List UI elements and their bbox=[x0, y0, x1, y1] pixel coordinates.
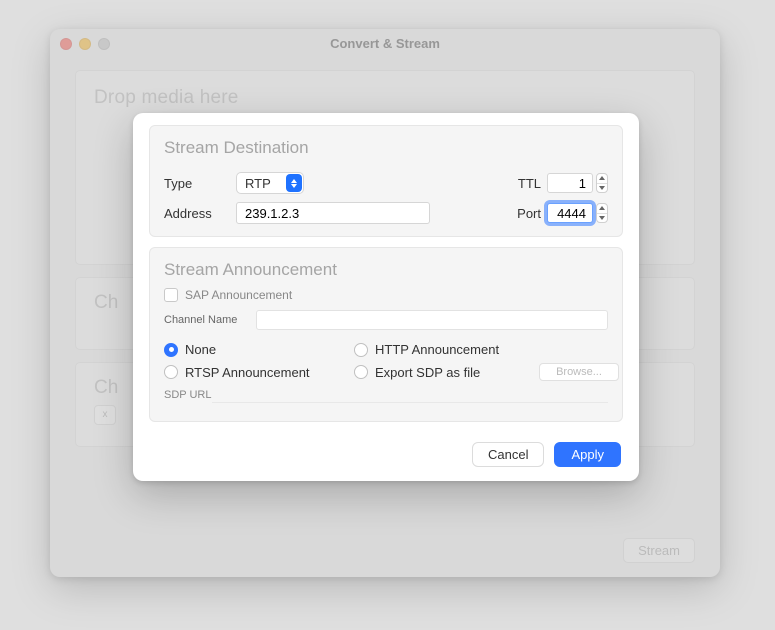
browse-button[interactable]: Browse... bbox=[539, 363, 619, 381]
sdp-url-input[interactable] bbox=[212, 387, 608, 403]
chevron-up-icon bbox=[599, 206, 605, 210]
announcement-export-sdp-radio[interactable] bbox=[354, 365, 368, 379]
cancel-button[interactable]: Cancel bbox=[472, 442, 544, 467]
channel-name-label: Channel Name bbox=[164, 314, 256, 326]
announcement-http-label: HTTP Announcement bbox=[375, 342, 499, 357]
chevron-down-icon bbox=[599, 186, 605, 190]
announcement-rtsp-label: RTSP Announcement bbox=[185, 365, 310, 380]
announcement-none-radio[interactable] bbox=[164, 343, 178, 357]
announcement-rtsp-radio[interactable] bbox=[164, 365, 178, 379]
chevron-updown-icon bbox=[286, 174, 302, 192]
stream-output-sheet: Stream Destination Type RTP TTL bbox=[133, 113, 639, 481]
stream-announcement-group: Stream Announcement SAP Announcement Cha… bbox=[149, 247, 623, 422]
chevron-up-icon bbox=[599, 176, 605, 180]
ttl-input[interactable] bbox=[547, 173, 593, 193]
type-select-value: RTP bbox=[245, 176, 271, 191]
announcement-export-sdp-label: Export SDP as file bbox=[375, 365, 480, 380]
sap-announcement-label: SAP Announcement bbox=[185, 288, 292, 302]
type-label: Type bbox=[164, 176, 236, 191]
address-label: Address bbox=[164, 206, 236, 221]
ttl-stepper[interactable] bbox=[596, 173, 608, 193]
ttl-label: TTL bbox=[511, 176, 541, 191]
port-input[interactable] bbox=[547, 203, 593, 223]
stream-destination-heading: Stream Destination bbox=[150, 126, 622, 164]
type-select[interactable]: RTP bbox=[236, 172, 304, 194]
sap-announcement-checkbox[interactable] bbox=[164, 288, 178, 302]
port-stepper[interactable] bbox=[596, 203, 608, 223]
sdp-url-label: SDP URL bbox=[164, 389, 212, 401]
apply-button[interactable]: Apply bbox=[554, 442, 621, 467]
address-input[interactable] bbox=[236, 202, 430, 224]
chevron-down-icon bbox=[599, 216, 605, 220]
stream-destination-group: Stream Destination Type RTP TTL bbox=[149, 125, 623, 237]
channel-name-input[interactable] bbox=[256, 310, 608, 330]
stream-announcement-heading: Stream Announcement bbox=[150, 248, 622, 286]
port-label: Port bbox=[511, 206, 541, 221]
announcement-none-label: None bbox=[185, 342, 216, 357]
announcement-http-radio[interactable] bbox=[354, 343, 368, 357]
